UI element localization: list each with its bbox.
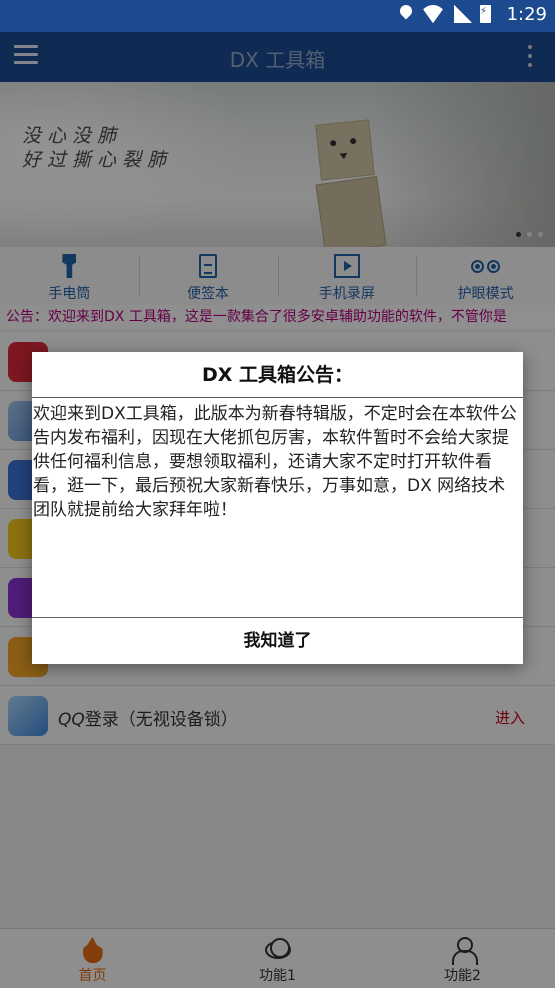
signal-icon — [454, 5, 472, 23]
dialog-title: DX 工具箱公告： — [32, 352, 523, 398]
battery-charging-icon — [480, 5, 491, 23]
status-bar: 1:29 — [0, 0, 555, 32]
status-icons — [400, 5, 491, 23]
announcement-dialog: DX 工具箱公告： 欢迎来到DX工具箱，此版本为新春特辑版，不定时会在本软件公告… — [32, 352, 523, 664]
dialog-message: 欢迎来到DX工具箱，此版本为新春特辑版，不定时会在本软件公告内发布福利，因现在大… — [32, 398, 523, 618]
location-icon — [400, 5, 412, 23]
status-time: 1:29 — [506, 4, 547, 25]
dialog-confirm-button[interactable]: 我知道了 — [32, 618, 523, 664]
wifi-icon — [420, 5, 446, 23]
